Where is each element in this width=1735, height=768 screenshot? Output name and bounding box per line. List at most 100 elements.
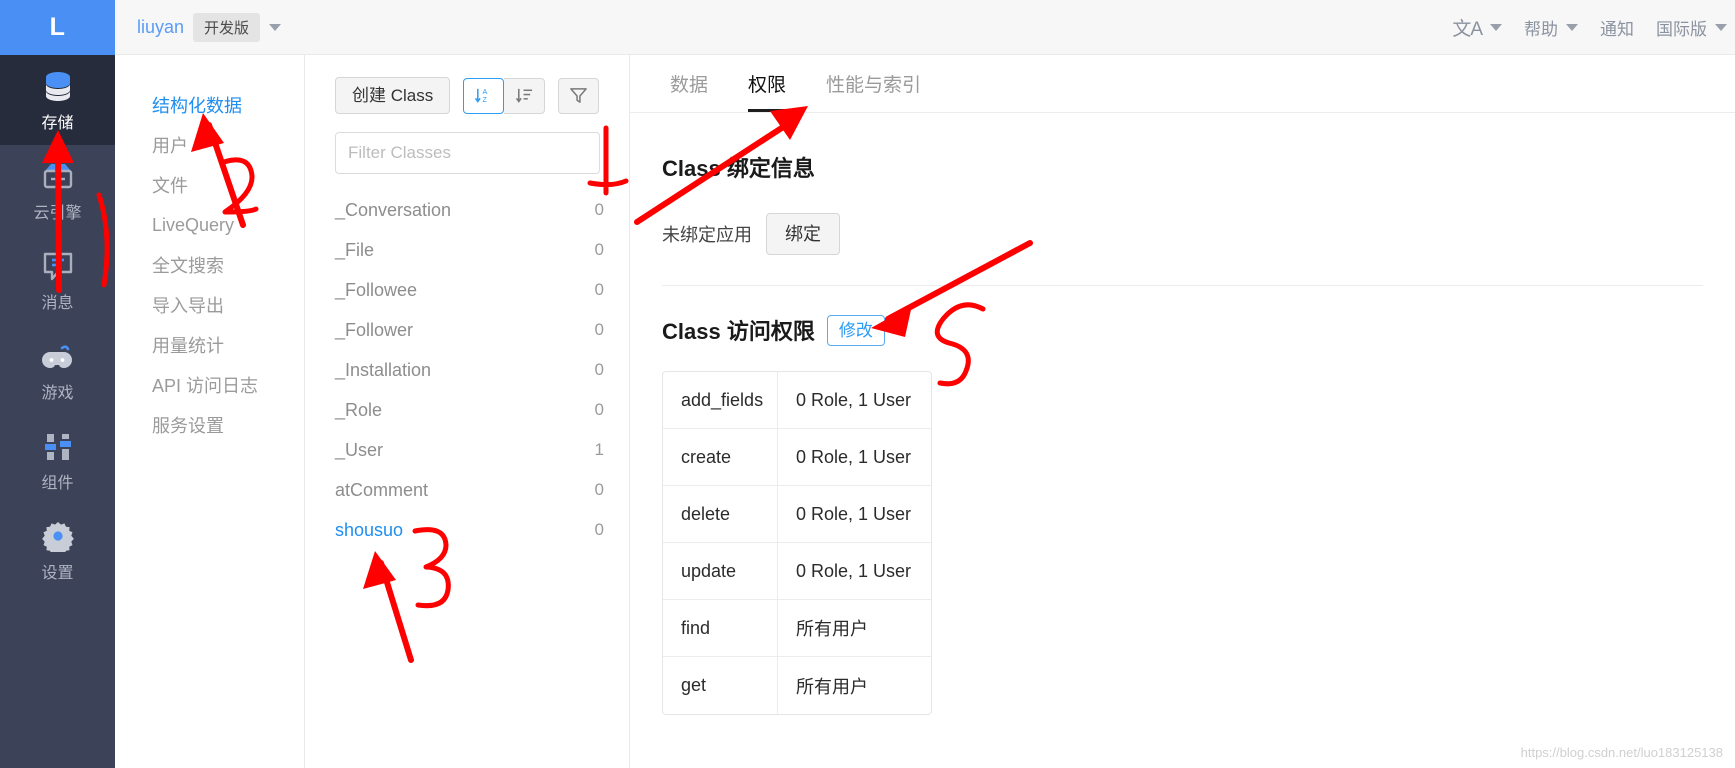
nav-item-label: API 访问日志 [152, 376, 259, 396]
class-name: _Conversation [335, 199, 452, 220]
tab-label: 性能与索引 [826, 75, 922, 96]
class-name: _Followee [335, 279, 418, 300]
funnel-icon[interactable] [558, 77, 600, 114]
nav-item-label: 结构化数据 [152, 96, 242, 116]
class-count: 0 [594, 280, 604, 299]
class-list-item[interactable]: _Conversation 0 [305, 190, 629, 230]
language-switcher[interactable]: 文A [1452, 14, 1502, 41]
sidebar-item-game[interactable]: 游戏 [0, 325, 115, 415]
acl-permission-key: find [663, 600, 778, 657]
app-name[interactable]: liuyan [137, 17, 184, 38]
nav-item-users[interactable]: 用户 [115, 125, 304, 165]
acl-permission-value: 0 Role, 1 User [778, 429, 931, 486]
sidebar-item-label: 组件 [41, 474, 74, 492]
sort-list-icon[interactable] [504, 77, 546, 114]
svg-text:A: A [483, 88, 488, 96]
acl-permission-key: add_fields [663, 372, 778, 429]
language-icon: 文A [1452, 18, 1483, 40]
top-header: L liuyan 开发版 文A 帮助 通知 国际版 [0, 0, 1735, 55]
sidebar-item-message[interactable]: 消息 [0, 235, 115, 325]
sidebar-item-label: 消息 [41, 294, 74, 312]
filter-classes-input[interactable] [335, 132, 600, 174]
tab-data[interactable]: 数据 [670, 70, 708, 112]
sidebar-item-storage[interactable]: 存储 [0, 55, 115, 145]
class-count: 0 [594, 520, 604, 539]
message-icon [42, 248, 74, 282]
chevron-down-icon[interactable] [269, 23, 282, 31]
class-list-item[interactable]: _User 1 [305, 430, 629, 470]
class-list-item[interactable]: _Installation 0 [305, 350, 629, 390]
primary-sidebar: 存储 云引擎 消息 游戏 组件 设置 [0, 55, 115, 768]
svg-text:Z: Z [483, 96, 488, 104]
nav-item-label: 导入导出 [152, 296, 224, 316]
tab-permissions[interactable]: 权限 [748, 70, 787, 112]
console-app: L liuyan 开发版 文A 帮助 通知 国际版 存储 云引擎 消息 游戏 组… [0, 0, 1735, 768]
sidebar-item-settings[interactable]: 设置 [0, 505, 115, 595]
class-count: 0 [594, 400, 604, 419]
class-list-item-shousuo[interactable]: shousuo 0 [305, 510, 629, 550]
international-switcher[interactable]: 国际版 [1656, 15, 1727, 40]
nav-item-fulltext-search[interactable]: 全文搜索 [115, 245, 304, 285]
table-row: find 所有用户 [663, 600, 931, 657]
nav-item-livequery[interactable]: LiveQuery [115, 205, 304, 245]
class-list-item[interactable]: _Follower 0 [305, 310, 629, 350]
help-label: 帮助 [1524, 19, 1558, 39]
bind-button[interactable]: 绑定 [766, 213, 840, 255]
help-menu[interactable]: 帮助 [1524, 15, 1578, 40]
sidebar-item-label: 游戏 [41, 384, 74, 402]
class-name: _Role [335, 399, 383, 420]
nav-item-structured-data[interactable]: 结构化数据 [115, 85, 304, 125]
nav-item-import-export[interactable]: 导入导出 [115, 285, 304, 325]
chevron-down-icon[interactable] [1490, 23, 1502, 31]
class-list-item[interactable]: _File 0 [305, 230, 629, 270]
nav-item-api-logs[interactable]: API 访问日志 [115, 365, 304, 405]
class-toolbar: 创建 Class A Z [305, 55, 629, 114]
database-icon [41, 68, 75, 102]
class-count: 0 [594, 320, 604, 339]
brand-logo[interactable]: L [0, 0, 115, 55]
edit-acl-button[interactable]: 修改 [826, 314, 885, 346]
sliders-icon [42, 428, 74, 462]
nav-item-label: 用户 [152, 136, 188, 156]
nav-item-label: 服务设置 [152, 416, 224, 436]
class-name: _User [335, 439, 384, 460]
app-switcher[interactable]: liuyan 开发版 [137, 12, 282, 42]
sidebar-item-components[interactable]: 组件 [0, 415, 115, 505]
class-list-item[interactable]: _Followee 0 [305, 270, 629, 310]
sidebar-item-cloud-engine[interactable]: 云引擎 [0, 145, 115, 235]
chevron-down-icon[interactable] [1715, 23, 1727, 31]
nav-item-label: 文件 [152, 176, 188, 196]
acl-title-label: Class 访问权限 [662, 319, 815, 344]
nav-item-usage-stats[interactable]: 用量统计 [115, 325, 304, 365]
table-row: create 0 Role, 1 User [663, 429, 931, 486]
acl-permission-value: 0 Role, 1 User [778, 543, 931, 600]
acl-permission-key: delete [663, 486, 778, 543]
notifications-link[interactable]: 通知 [1600, 15, 1634, 40]
acl-permission-key: get [663, 657, 778, 714]
sort-alpha-icon[interactable]: A Z [463, 77, 505, 114]
nav-item-label: 用量统计 [152, 336, 224, 356]
create-class-button[interactable]: 创建 Class [335, 77, 451, 114]
acl-permission-key: update [663, 543, 778, 600]
gear-icon [41, 518, 74, 552]
nav-item-files[interactable]: 文件 [115, 165, 304, 205]
class-name: _Follower [335, 319, 414, 340]
international-label: 国际版 [1656, 19, 1707, 39]
chevron-down-icon[interactable] [1566, 23, 1578, 31]
acl-permission-value: 0 Role, 1 User [778, 486, 931, 543]
acl-permission-key: create [663, 429, 778, 486]
class-name: _Installation [335, 359, 432, 380]
table-row: delete 0 Role, 1 User [663, 486, 931, 543]
nav-item-service-settings[interactable]: 服务设置 [115, 405, 304, 445]
class-name: shousuo [335, 519, 404, 540]
acl-permission-value: 所有用户 [796, 676, 868, 697]
acl-permission-value: 所有用户 [778, 600, 931, 657]
tab-performance-index[interactable]: 性能与索引 [826, 70, 921, 112]
class-list: _Conversation 0 _File 0 _Followee 0 _Fol… [305, 190, 629, 550]
class-list-item[interactable]: atComment 0 [305, 470, 629, 510]
nav-item-label: 全文搜索 [152, 256, 224, 276]
class-list-panel: 创建 Class A Z Filter Classes _Conversatio… [305, 55, 630, 768]
class-list-item[interactable]: _Role 0 [305, 390, 629, 430]
nav-item-label: LiveQuery [152, 214, 235, 235]
class-count: 0 [594, 480, 604, 499]
